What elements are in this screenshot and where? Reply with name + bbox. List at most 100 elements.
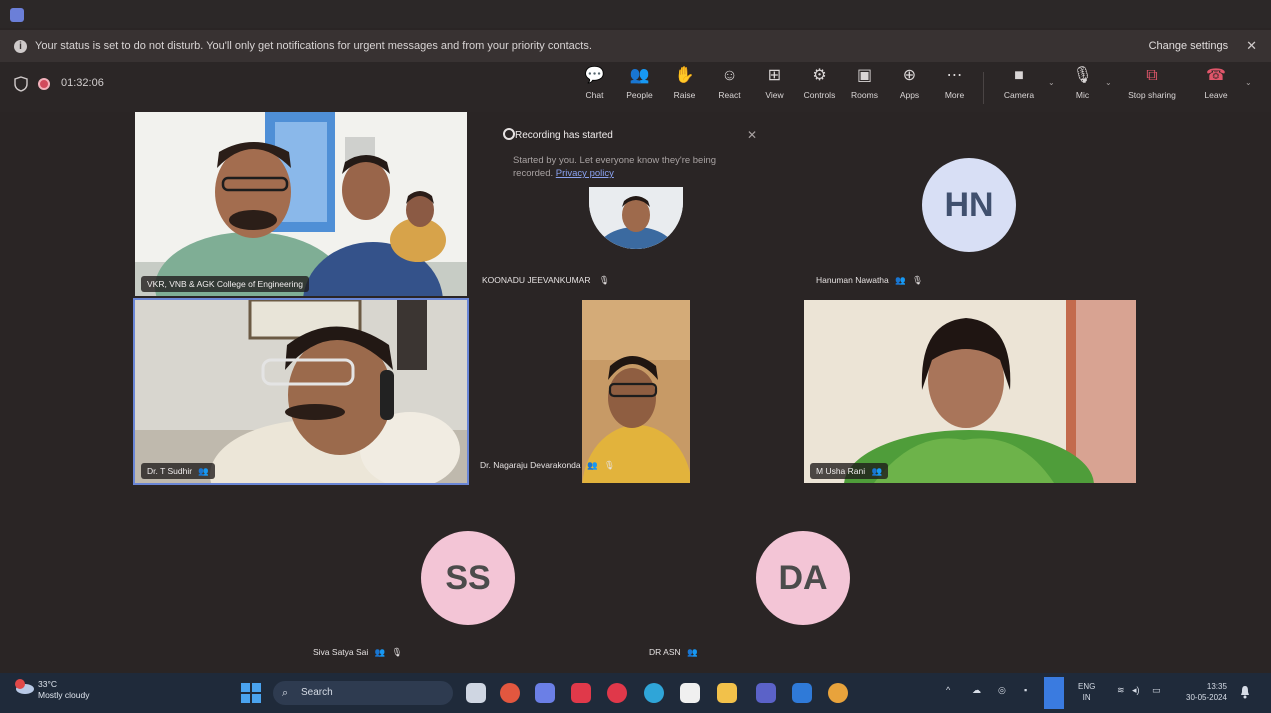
file-explorer-icon[interactable] bbox=[717, 683, 737, 703]
change-settings-link[interactable]: Change settings bbox=[1149, 40, 1229, 52]
video-tile-college[interactable]: VKR, VNB & AGK College of Engineering bbox=[135, 112, 467, 296]
guest-icon: 👥 bbox=[198, 466, 210, 476]
privacy-policy-link[interactable]: Privacy policy bbox=[556, 168, 614, 179]
wifi-icon[interactable]: ≋ bbox=[1117, 685, 1125, 696]
mic-in-use-icon[interactable] bbox=[1044, 677, 1064, 709]
camera-options-chevron-icon[interactable]: ⌄ bbox=[1048, 66, 1060, 87]
recording-icon bbox=[503, 128, 515, 140]
mic-button[interactable]: 🎙 Mic bbox=[1060, 66, 1105, 110]
word-icon[interactable] bbox=[792, 683, 812, 703]
copilot-icon[interactable] bbox=[535, 683, 555, 703]
participant-name-sudhir: Dr. T Sudhir 👥 bbox=[141, 463, 216, 479]
taskbar-search[interactable]: ⌕ Search bbox=[273, 681, 453, 705]
apps-icon: ⊕ bbox=[902, 67, 917, 84]
chat-label: Chat bbox=[585, 90, 604, 100]
edge-icon[interactable] bbox=[644, 683, 664, 703]
apps-button[interactable]: ⊕ Apps bbox=[887, 66, 932, 110]
weather-text: 33°C Mostly cloudy bbox=[38, 679, 90, 701]
video-tile-sudhir[interactable]: Dr. T Sudhir 👥 bbox=[133, 298, 469, 485]
participant-label-koonadu: KOONADU JEEVANKUMAR 🎙 bbox=[482, 275, 610, 286]
controls-icon: ⚙ bbox=[812, 67, 827, 84]
leave-button[interactable]: ☎ Leave bbox=[1187, 66, 1245, 110]
task-view-icon[interactable] bbox=[466, 683, 486, 703]
camera-button[interactable]: ■ Camera bbox=[990, 66, 1048, 110]
teams-logo-icon bbox=[10, 8, 24, 22]
clock-time: 13:35 bbox=[1206, 682, 1227, 691]
controls-label: Controls bbox=[803, 90, 836, 100]
usha-rani-name: M Usha Rani bbox=[816, 466, 866, 476]
hang-up-icon: ☎ bbox=[1206, 67, 1226, 84]
tray-overflow-chevron-icon[interactable]: ^ bbox=[946, 685, 950, 695]
koonadu-video-feed bbox=[589, 187, 683, 249]
mic-icon: 🎙 bbox=[603, 460, 615, 470]
avatar-hn[interactable]: HN bbox=[922, 158, 1016, 252]
react-button[interactable]: ☺ React bbox=[707, 66, 752, 110]
raise-label: Raise bbox=[673, 90, 696, 100]
windows-start-icon[interactable] bbox=[240, 682, 262, 704]
weather-widget[interactable]: 33°C Mostly cloudy bbox=[14, 679, 90, 701]
more-button[interactable]: ⋯ More bbox=[932, 66, 977, 110]
rooms-button[interactable]: ▣ Rooms bbox=[842, 66, 887, 110]
windows-taskbar: 33°C Mostly cloudy ⌕ Search ^ ☁ ◎ ▪ ≋ ◂)… bbox=[0, 673, 1271, 713]
recording-indicator-icon bbox=[38, 78, 50, 90]
mic-icon: 🎙 bbox=[598, 275, 610, 285]
stop-sharing-label: Stop sharing bbox=[1128, 90, 1176, 100]
onedrive-icon[interactable]: ☁ bbox=[972, 685, 981, 696]
chrome-icon[interactable] bbox=[500, 683, 520, 703]
notification-bell-icon[interactable] bbox=[1240, 685, 1250, 699]
recording-started-notice: Recording has started ✕ Started by you. … bbox=[503, 122, 767, 192]
banner-close-icon[interactable]: ✕ bbox=[1246, 38, 1257, 54]
people-button[interactable]: 👥 People bbox=[617, 66, 662, 110]
shield-icon[interactable] bbox=[14, 76, 28, 92]
store-icon[interactable] bbox=[680, 683, 700, 703]
view-label: View bbox=[765, 90, 784, 100]
weather-cloud-icon bbox=[14, 679, 34, 695]
opera-icon[interactable] bbox=[607, 683, 627, 703]
college-video-feed bbox=[135, 112, 467, 296]
mic-icon: 🎙 bbox=[912, 275, 923, 285]
recording-notice-close-icon[interactable]: ✕ bbox=[747, 128, 757, 142]
nagaraju-name: Dr. Nagaraju Devarakonda bbox=[480, 460, 581, 470]
chat-button[interactable]: 💬 Chat bbox=[572, 66, 617, 110]
sudhir-name: Dr. T Sudhir bbox=[147, 466, 193, 476]
participant-label-hn: Hanuman Nawatha 👥 🎙 bbox=[816, 275, 923, 286]
dnd-banner: i Your status is set to do not disturb. … bbox=[0, 30, 1271, 62]
teams-icon[interactable] bbox=[756, 683, 776, 703]
language-indicator[interactable]: ENG IN bbox=[1078, 681, 1095, 703]
info-icon: i bbox=[14, 39, 27, 53]
guest-icon: 👥 bbox=[687, 647, 698, 657]
system-clock[interactable]: 13:35 30-05-2024 bbox=[1186, 681, 1227, 703]
share-screen-icon: ⧉ bbox=[1146, 67, 1158, 84]
recording-body: Started by you. Let everyone know they'r… bbox=[513, 154, 733, 180]
mic-options-chevron-icon[interactable]: ⌄ bbox=[1105, 66, 1117, 87]
view-button[interactable]: ⊞ View bbox=[752, 66, 797, 110]
teams-meeting-window: i Your status is set to do not disturb. … bbox=[0, 0, 1271, 713]
recording-title: Recording has started bbox=[515, 130, 613, 141]
chat-icon: 💬 bbox=[584, 67, 605, 84]
battery-icon[interactable]: ▭ bbox=[1152, 685, 1161, 696]
meeting-timer: 01:32:06 bbox=[61, 77, 104, 89]
participant-name-usha-rani: M Usha Rani 👥 bbox=[810, 463, 889, 479]
controls-button[interactable]: ⚙ Controls bbox=[797, 66, 842, 110]
video-tile-usha-rani[interactable]: M Usha Rani 👥 bbox=[804, 300, 1136, 483]
weather-condition: Mostly cloudy bbox=[38, 690, 90, 700]
meeting-header: 01:32:06 💬 Chat 👥 People ✋ Raise ☺ React… bbox=[0, 62, 1271, 112]
stop-sharing-button[interactable]: ⧉ Stop sharing bbox=[1117, 66, 1187, 110]
dnd-message: Your status is set to do not disturb. Yo… bbox=[35, 40, 592, 52]
ss-name: Siva Satya Sai bbox=[313, 647, 369, 657]
leave-options-chevron-icon[interactable]: ⌄ bbox=[1245, 66, 1257, 87]
mic-label: Mic bbox=[1075, 90, 1090, 100]
video-tile-koonadu[interactable] bbox=[589, 187, 683, 249]
video-tile-nagaraju[interactable] bbox=[582, 300, 690, 483]
wps-office-icon[interactable] bbox=[571, 683, 591, 703]
volume-icon[interactable]: ◂) bbox=[1132, 685, 1140, 696]
avatar-ss[interactable]: SS bbox=[421, 531, 515, 625]
recording-tray-icon[interactable]: ◎ bbox=[998, 685, 1006, 696]
raise-hand-button[interactable]: ✋ Raise bbox=[662, 66, 707, 110]
rooms-icon: ▣ bbox=[856, 67, 873, 84]
region: IN bbox=[1082, 693, 1091, 702]
avatar-da[interactable]: DA bbox=[756, 531, 850, 625]
chrome-profile-icon[interactable] bbox=[828, 683, 848, 703]
guest-icon: 👥 bbox=[587, 460, 598, 470]
teams-tray-icon[interactable]: ▪ bbox=[1024, 685, 1027, 695]
